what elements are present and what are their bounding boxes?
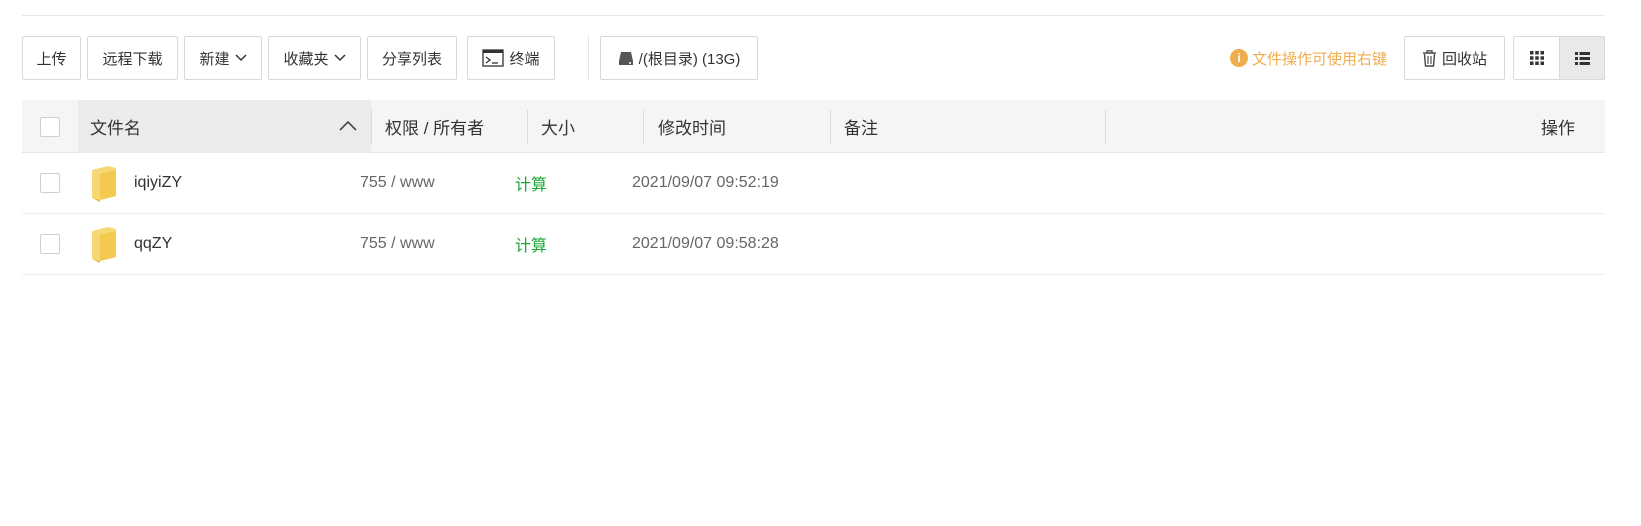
disk-root-button[interactable]: /(根目录) (13G): [600, 36, 758, 80]
column-divider: [830, 110, 831, 144]
header-actions: 操作: [1541, 119, 1575, 138]
row-checkbox[interactable]: [40, 173, 60, 193]
file-modified-time: 2021/09/07 09:58:28: [632, 235, 779, 252]
folder-icon-cell: [90, 153, 118, 213]
new-dropdown-button[interactable]: 新建: [184, 36, 262, 80]
column-divider: [371, 110, 372, 144]
header-modified[interactable]: 修改时间: [658, 100, 726, 153]
list-view-button[interactable]: [1559, 37, 1604, 79]
terminal-icon: [482, 49, 505, 67]
folder-icon-cell: [90, 214, 118, 274]
calculate-size-link[interactable]: 计算: [515, 214, 547, 274]
hard-drive-icon: [618, 52, 633, 65]
table-row[interactable]: iqiyiZY 755 / www 计算 2021/09/07 09:52:19: [22, 153, 1605, 214]
trash-icon: [1422, 49, 1436, 67]
info-icon: i: [1229, 49, 1248, 67]
file-name[interactable]: iqiyiZY: [134, 153, 182, 213]
table-row[interactable]: qqZY 755 / www 计算 2021/09/07 09:58:28: [22, 214, 1605, 275]
row-select-cell: [22, 153, 78, 213]
chevron-down-icon: [234, 54, 247, 62]
grid-view-button[interactable]: [1514, 37, 1559, 79]
chevron-down-icon: [333, 54, 346, 62]
right-click-hint: i 文件操作可使用右键: [1229, 36, 1387, 80]
header-remark: 备注: [844, 119, 878, 138]
header-size[interactable]: 大小: [541, 100, 575, 153]
grid-view-icon: [1529, 51, 1544, 65]
file-permission[interactable]: 755 / www: [360, 153, 435, 213]
column-divider: [643, 110, 644, 144]
column-divider: [1105, 110, 1106, 144]
select-all-cell: [22, 100, 78, 153]
header-filename[interactable]: 文件名: [78, 100, 371, 153]
file-table-header: 文件名 权限 / 所有者 大小 修改时间 备注 操作: [22, 100, 1605, 153]
header-permission[interactable]: 权限 / 所有者: [385, 100, 484, 153]
folder-icon: [92, 227, 116, 263]
folder-icon: [92, 166, 116, 202]
terminal-button[interactable]: 终端: [467, 36, 555, 80]
calculate-size-link[interactable]: 计算: [515, 153, 547, 213]
select-all-checkbox[interactable]: [40, 116, 60, 137]
favorites-dropdown-button[interactable]: 收藏夹: [268, 36, 361, 80]
top-divider: [22, 15, 1605, 16]
file-name[interactable]: qqZY: [134, 214, 172, 274]
file-toolbar: 上传 远程下载 新建 收藏夹 分享列表 终端 /(根目录) (13G) i 文件…: [22, 36, 1605, 80]
upload-button[interactable]: 上传: [22, 36, 81, 80]
row-checkbox[interactable]: [40, 234, 60, 254]
toolbar-divider: [588, 36, 589, 80]
list-view-icon: [1574, 51, 1590, 65]
share-list-button[interactable]: 分享列表: [367, 36, 457, 80]
recycle-bin-button[interactable]: 回收站: [1404, 36, 1505, 80]
row-select-cell: [22, 214, 78, 274]
file-permission[interactable]: 755 / www: [360, 214, 435, 274]
chevron-up-icon: [339, 120, 357, 131]
view-mode-toggle: [1513, 36, 1605, 80]
file-modified-time: 2021/09/07 09:52:19: [632, 174, 779, 191]
remote-download-button[interactable]: 远程下载: [87, 36, 178, 80]
column-divider: [527, 110, 528, 144]
file-list: iqiyiZY 755 / www 计算 2021/09/07 09:52:19…: [22, 153, 1605, 275]
